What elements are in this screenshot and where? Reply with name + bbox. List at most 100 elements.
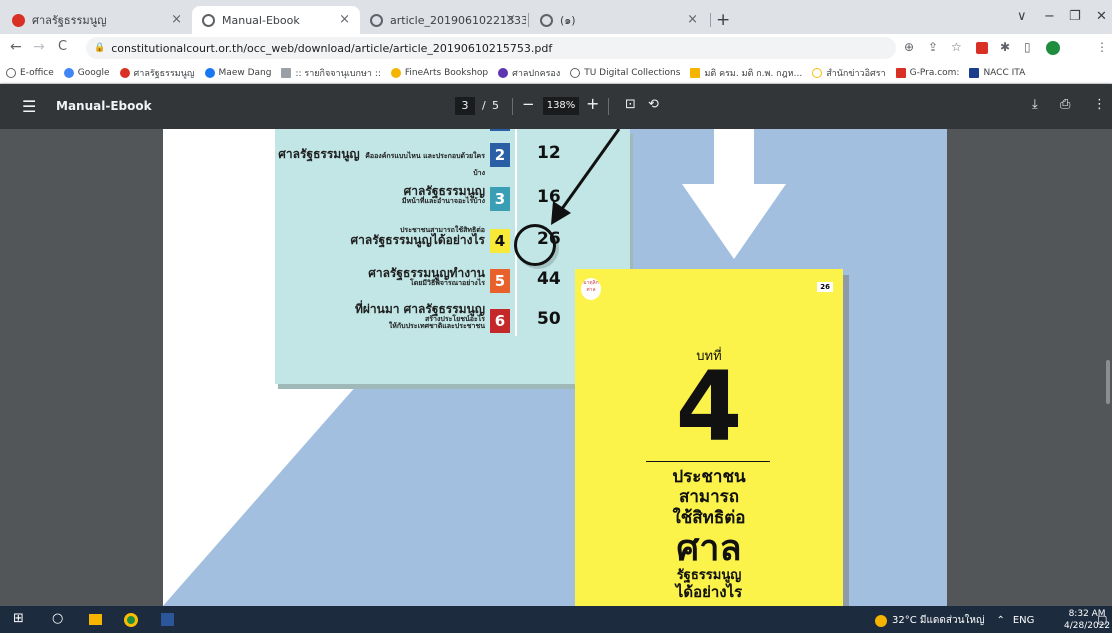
toc-small-text: คือองค์กรแบบไหน และประกอบด้วยใครบ้าง [365, 152, 485, 177]
back-button[interactable]: ← [10, 39, 22, 55]
bookmark-maew-dang[interactable]: Maew Dang [204, 67, 271, 78]
extensions-puzzle-icon[interactable]: ✱ [1000, 40, 1010, 54]
lock-icon[interactable]: 🔒 [94, 43, 105, 53]
close-window-button[interactable]: ✕ [1096, 9, 1107, 24]
court-favicon-icon [12, 13, 25, 27]
toc-text: ที่ผ่านมา ศาลรัฐธรรมนูญ สร้างประโยชน์อะไ… [355, 303, 485, 330]
gazette-icon [281, 67, 292, 78]
facebook-icon [204, 67, 215, 78]
start-windows-icon[interactable]: ⊞ [13, 611, 24, 626]
bookmark-admin-court[interactable]: ศาลปกครอง [498, 66, 560, 80]
close-tab-icon[interactable]: × [505, 12, 516, 27]
fit-page-icon[interactable]: ⊡ [625, 97, 636, 112]
globe-icon [370, 13, 383, 27]
tab-manual-ebook[interactable]: Manual-Ebook × [192, 6, 360, 34]
toc-big-text: ศาลรัฐธรรมนูญ [403, 184, 485, 198]
chapter-number-chip: 3 [490, 187, 510, 211]
scrollbar-thumb[interactable] [1106, 360, 1110, 404]
chapter-title-line: ประชาชน [672, 467, 746, 487]
profile-avatar[interactable] [1046, 41, 1060, 55]
chapter-title-line: ใช้สิทธิต่อ [672, 508, 746, 528]
address-bar[interactable]: 🔒 constitutionalcourt.or.th/occ_web/down… [86, 37, 896, 59]
toolbar-divider [608, 98, 609, 115]
g-pra-icon [895, 67, 906, 78]
word-app-icon[interactable] [161, 613, 174, 626]
bookmark-label: E-office [20, 67, 54, 78]
folder-icon [690, 67, 701, 78]
bookmark-royal-gazette[interactable]: :: รายกิจจานุเบกษา :: [281, 66, 381, 80]
zoom-icon[interactable]: ⊕ [904, 40, 914, 54]
notification-icon[interactable]: ▢ [1097, 613, 1107, 626]
language-indicator[interactable]: ENG [1013, 615, 1035, 626]
reload-button[interactable]: C [58, 39, 67, 54]
globe-icon [540, 13, 553, 27]
tab-separator [528, 13, 529, 27]
menu-icon[interactable]: ☰ [22, 97, 36, 116]
weather-sun-icon[interactable] [875, 614, 887, 627]
close-tab-icon[interactable]: × [687, 12, 698, 27]
tab-constitutional-court[interactable]: ศาลรัฐธรรมนูญ × [2, 6, 192, 34]
zoom-input[interactable]: 138% [543, 97, 579, 115]
bookmark-label: Google [77, 67, 110, 78]
chapter-title-line: ได้อย่างไร [675, 583, 743, 601]
page-separator: / [482, 99, 486, 112]
forward-button[interactable]: → [33, 39, 45, 55]
bookmark-star-icon[interactable]: ☆ [951, 40, 962, 54]
bookmark-constitutional-court[interactable]: ศาลรัฐธรรมนูญ [119, 66, 195, 80]
toc-big-text: ศาลรัฐธรรมนูญทำงาน [368, 266, 485, 280]
bookmark-label: ศาลรัฐธรรมนูญ [133, 68, 195, 79]
book-logo: มาตุลิก ศาล [581, 278, 601, 300]
chapter-cover-page: มาตุลิก ศาล 26 บทที่ 4 ประชาชน สามารถ ใช… [575, 269, 843, 606]
weather-text[interactable]: 32°C มีแดดส่วนใหญ่ [892, 613, 984, 628]
bookmarks-bar: E-office Google ศาลรัฐธรรมนูญ Maew Dang … [0, 62, 1112, 84]
tab-untitled[interactable]: (๑) × [530, 6, 708, 34]
side-panel-icon[interactable]: ▯ [1024, 40, 1031, 54]
zoom-out-button[interactable]: − [522, 95, 535, 113]
tab-search-button[interactable]: ∨ [1017, 9, 1027, 24]
search-circle-icon[interactable]: ○ [52, 611, 63, 626]
rotate-icon[interactable]: ⟲ [648, 97, 659, 112]
new-tab-button[interactable]: + [716, 10, 730, 30]
tab-title: ศาลรัฐธรรมนูญ [32, 14, 107, 27]
chapter-chip-partial [490, 129, 510, 131]
download-icon[interactable]: ⤓ [1032, 97, 1038, 112]
browser-toolbar: ← → C 🔒 constitutionalcourt.or.th/occ_we… [0, 34, 1112, 62]
isranews-icon [812, 67, 823, 78]
bookmark-google[interactable]: Google [63, 67, 110, 78]
bookmark-finearts[interactable]: FineArts Bookshop [390, 67, 488, 78]
toc-small-text: มีหน้าที่และอำนาจอะไรบ้าง [401, 196, 485, 205]
close-tab-icon[interactable]: × [339, 12, 350, 27]
bookmark-label: NACC ITA [983, 67, 1026, 78]
globe-icon [202, 13, 215, 27]
pdf-viewer[interactable]: ศาลรัฐธรรมนูญ คือองค์กรแบบไหน และประกอบด… [0, 129, 1112, 606]
bookmark-g-pra[interactable]: G-Pra.com: [895, 67, 959, 78]
page-total: 5 [492, 99, 499, 112]
toc-page-number: 50 [537, 309, 561, 329]
tab-article-pdf[interactable]: article_20190610221333.pdf × [360, 6, 526, 34]
toolbar-divider [512, 98, 513, 115]
tab-strip: ศาลรัฐธรรมนูญ × Manual-Ebook × article_2… [0, 0, 1112, 34]
bookmark-cabinet-resolutions[interactable]: มติ ครม. มติ ก.พ. กฎห... [690, 66, 802, 80]
zoom-in-button[interactable]: + [586, 94, 599, 113]
bookmark-isranews[interactable]: สำนักข่าวอิศรา [812, 66, 886, 80]
tab-separator [710, 13, 711, 27]
bookmark-tu-digital[interactable]: TU Digital Collections [570, 67, 680, 78]
chapter-number-chip: 2 [490, 143, 510, 167]
more-actions-icon[interactable]: ⋮ [1093, 97, 1106, 112]
chevron-up-icon[interactable]: ⌃ [996, 615, 1004, 626]
page-number-input[interactable]: 3 [455, 97, 475, 115]
bookmark-e-office[interactable]: E-office [6, 67, 54, 78]
file-explorer-icon[interactable] [89, 614, 102, 625]
acrobat-extension-icon[interactable] [976, 42, 988, 54]
toc-big-text: ที่ผ่านมา ศาลรัฐธรรมนูญ [354, 302, 485, 316]
chrome-icon[interactable] [124, 613, 138, 627]
bookmark-nacc-ita[interactable]: NACC ITA [969, 67, 1026, 78]
print-icon[interactable]: ⎙ [1060, 97, 1070, 112]
chapter-number-chip: 5 [490, 269, 510, 293]
minimize-button[interactable]: − [1044, 9, 1055, 24]
share-icon[interactable]: ⇪ [928, 40, 938, 54]
close-tab-icon[interactable]: × [171, 12, 182, 27]
nacc-icon [969, 67, 980, 78]
more-menu-icon[interactable]: ⋮ [1096, 40, 1108, 54]
restore-button[interactable]: ❐ [1069, 9, 1081, 24]
